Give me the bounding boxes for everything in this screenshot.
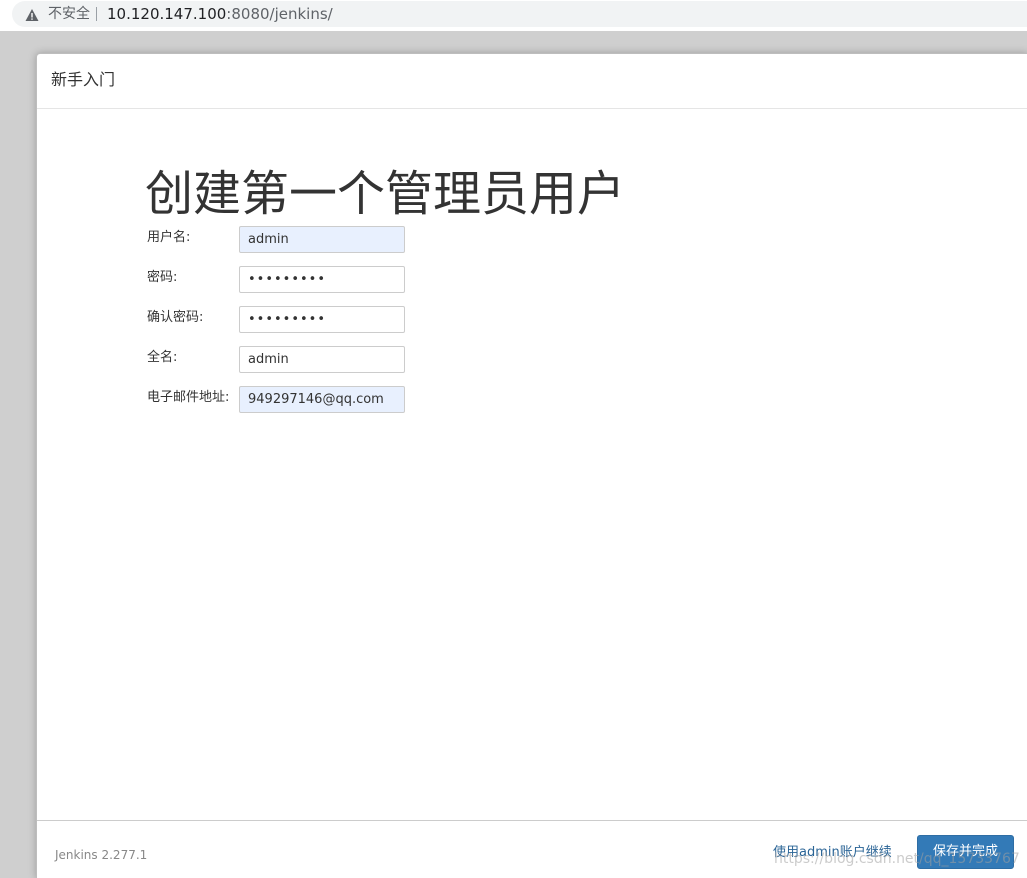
username-input[interactable]: [239, 226, 405, 253]
warning-triangle-icon[interactable]: [25, 7, 39, 21]
confirm-password-label: 确认密码:: [147, 310, 204, 325]
email-input[interactable]: [239, 386, 405, 413]
dialog-footer: Jenkins 2.277.1 使用admin账户继续 保存并完成 https:…: [37, 820, 1027, 878]
omnibox[interactable]: 不安全 10.120.147.100:8080/jenkins/: [12, 1, 1027, 27]
url-divider: [96, 7, 97, 21]
email-label: 电子邮件地址:: [147, 390, 230, 405]
url-path: :8080/jenkins/: [226, 5, 333, 23]
password-input[interactable]: [239, 266, 405, 293]
url-host: 10.120.147.100: [107, 5, 227, 23]
security-status[interactable]: 不安全: [48, 5, 90, 23]
continue-as-admin-link[interactable]: 使用admin账户继续: [773, 844, 892, 862]
username-label: 用户名:: [147, 230, 191, 245]
setup-wizard-dialog: 新手入门 创建第一个管理员用户 用户名: 密码: 确认密码: 全名: 电子邮件地…: [36, 53, 1027, 878]
page-heading: 创建第一个管理员用户: [145, 166, 626, 222]
url-text[interactable]: 10.120.147.100:8080/jenkins/: [107, 4, 333, 24]
jenkins-version: Jenkins 2.277.1: [55, 848, 148, 862]
fullname-input[interactable]: [239, 346, 405, 373]
fullname-label: 全名:: [147, 350, 178, 365]
save-and-finish-button[interactable]: 保存并完成: [917, 835, 1014, 869]
password-label: 密码:: [147, 270, 178, 285]
confirm-password-input[interactable]: [239, 306, 405, 333]
browser-address-bar: 不安全 10.120.147.100:8080/jenkins/: [0, 0, 1027, 31]
dialog-title: 新手入门: [51, 70, 116, 89]
dialog-header: 新手入门: [37, 54, 1027, 109]
